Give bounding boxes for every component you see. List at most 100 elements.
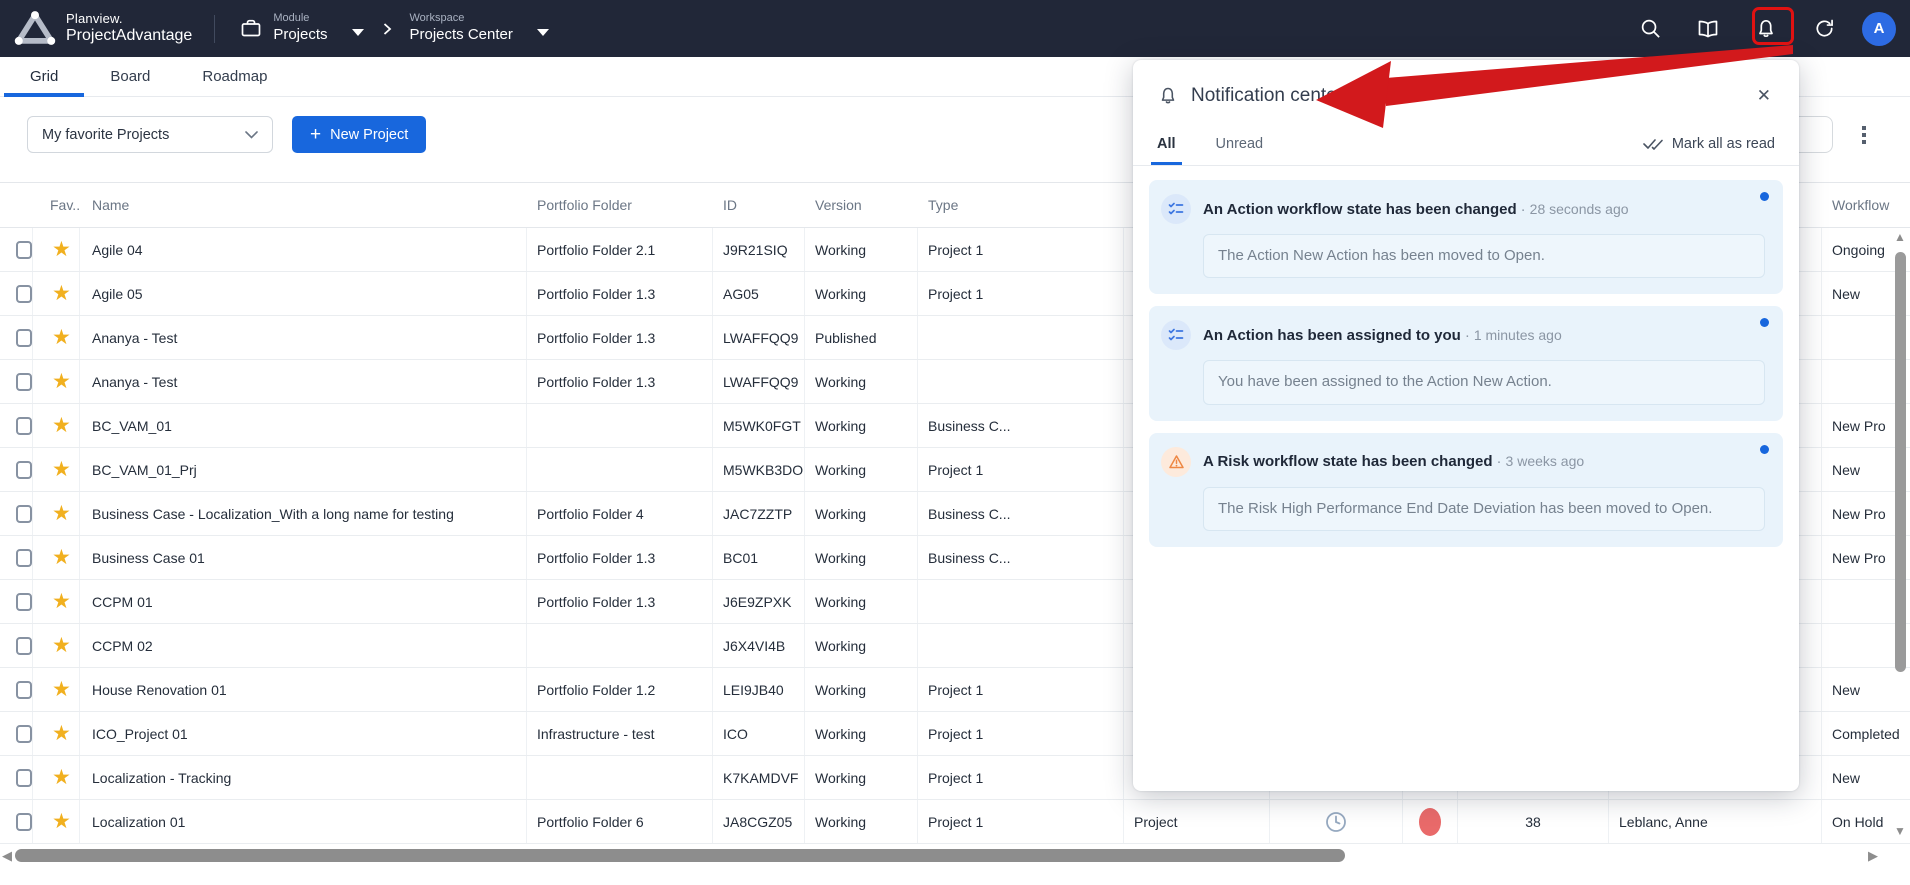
favorite-star-icon[interactable]: ★ [52,327,71,348]
type-column-header[interactable]: Type [918,183,1124,227]
project-name-cell[interactable]: CCPM 01 [80,580,527,623]
favorite-star-icon[interactable]: ★ [52,679,71,700]
row-select-cell [0,360,33,403]
project-name-cell[interactable]: Business Case 01 [80,536,527,579]
type-cell: Project 1 [918,228,1124,271]
id-cell: LWAFFQQ9 [713,316,805,359]
scroll-down-arrow-icon[interactable]: ▼ [1894,824,1906,838]
notification-title: An Action has been assigned to you·1 min… [1203,327,1562,344]
health-indicator [1419,808,1441,836]
tab-board[interactable]: Board [84,57,176,96]
row-select-cell [0,404,33,447]
row-checkbox[interactable] [16,373,32,391]
project-name-cell[interactable]: CCPM 02 [80,624,527,667]
favorite-star-icon[interactable]: ★ [52,723,71,744]
favorite-star-icon[interactable]: ★ [52,459,71,480]
refresh-button[interactable] [1804,9,1844,49]
row-checkbox[interactable] [16,329,32,347]
row-checkbox[interactable] [16,637,32,655]
favorite-star-icon[interactable]: ★ [52,415,71,436]
user-avatar[interactable]: A [1862,12,1896,46]
project-name-cell[interactable]: BC_VAM_01_Prj [80,448,527,491]
favorite-star-icon[interactable]: ★ [52,767,71,788]
row-checkbox[interactable] [16,769,32,787]
row-checkbox[interactable] [16,241,32,259]
favorite-star-icon[interactable]: ★ [52,635,71,656]
notification-card[interactable]: A Risk workflow state has been changed·3… [1149,433,1783,547]
scroll-left-arrow-icon[interactable]: ◀ [2,849,12,862]
project-name-cell[interactable]: House Renovation 01 [80,668,527,711]
project-name-cell[interactable]: Localization 01 [80,800,527,843]
help-library-button[interactable] [1688,9,1728,49]
workspace-selector[interactable]: Workspace Projects Center [410,12,549,45]
portfolio-folder-column-header[interactable]: Portfolio Folder [527,183,713,227]
row-checkbox[interactable] [16,593,32,611]
tab-all-notifications[interactable]: All [1157,122,1176,165]
notification-panel-header: Notification center ✕ [1133,60,1799,122]
notification-card[interactable]: An Action has been assigned to you·1 min… [1149,306,1783,420]
project-name-cell[interactable]: Agile 04 [80,228,527,271]
row-select-cell [0,712,33,755]
app-root: Planview. ProjectAdvantage Module Projec… [0,0,1910,885]
project-name-cell[interactable]: Agile 05 [80,272,527,315]
module-selector[interactable]: Module Projects [239,12,363,45]
close-icon[interactable]: ✕ [1757,86,1771,106]
favorite-star-icon[interactable]: ★ [52,239,71,260]
type-cell: Project 1 [918,448,1124,491]
project-name-cell[interactable]: Ananya - Test [80,360,527,403]
row-checkbox[interactable] [16,285,32,303]
version-cell: Working [805,624,918,667]
tab-unread-notifications[interactable]: Unread [1216,122,1264,165]
workflow-column-header[interactable]: Workflow [1822,183,1910,227]
double-check-icon [1643,136,1664,151]
id-cell: JA8CGZ05 [713,800,805,843]
row-checkbox[interactable] [16,549,32,567]
row-checkbox[interactable] [16,505,32,523]
project-name-cell[interactable]: ICO_Project 01 [80,712,527,755]
vertical-scrollbar[interactable]: ▲ ▼ [1892,228,1908,845]
notifications-button[interactable] [1746,9,1786,49]
project-name-cell[interactable]: Ananya - Test [80,316,527,359]
horizontal-scrollbar[interactable]: ◀ ▶ [0,848,1910,863]
new-project-button[interactable]: + New Project [292,116,426,153]
scroll-right-arrow-icon[interactable]: ▶ [1868,849,1878,862]
row-checkbox[interactable] [16,417,32,435]
row-checkbox[interactable] [16,813,32,831]
select-all-header [0,183,33,227]
brand-text: Planview. ProjectAdvantage [66,12,192,45]
briefcase-icon [239,17,263,41]
id-column-header[interactable]: ID [713,183,805,227]
row-checkbox[interactable] [16,461,32,479]
tab-roadmap[interactable]: Roadmap [176,57,293,96]
project-name-cell[interactable]: BC_VAM_01 [80,404,527,447]
project-name-cell[interactable]: Localization - Tracking [80,756,527,799]
name-column-header[interactable]: Name [80,183,527,227]
favorite-star-icon[interactable]: ★ [52,547,71,568]
table-row: ★Localization 01Portfolio Folder 6JA8CGZ… [0,800,1910,844]
tab-grid[interactable]: Grid [4,57,84,96]
horizontal-scroll-thumb[interactable] [15,849,1345,862]
dot-separator: · [1497,453,1502,470]
favorite-column-header[interactable]: Fav... [33,183,80,227]
planview-logo-icon [14,10,56,47]
row-checkbox[interactable] [16,725,32,743]
brand-logo[interactable]: Planview. ProjectAdvantage [0,10,192,47]
notification-card[interactable]: An Action workflow state has been change… [1149,180,1783,294]
project-name-cell[interactable]: Business Case - Localization_With a long… [80,492,527,535]
id-cell: J9R21SIQ [713,228,805,271]
vertical-scroll-thumb[interactable] [1895,252,1906,672]
favorite-star-icon[interactable]: ★ [52,591,71,612]
favorite-projects-filter[interactable]: My favorite Projects [27,116,273,153]
version-column-header[interactable]: Version [805,183,918,227]
search-button[interactable] [1630,9,1670,49]
scroll-up-arrow-icon[interactable]: ▲ [1894,230,1906,244]
favorite-star-icon[interactable]: ★ [52,371,71,392]
top-navbar: Planview. ProjectAdvantage Module Projec… [0,0,1910,57]
favorite-star-icon[interactable]: ★ [52,503,71,524]
favorite-star-icon[interactable]: ★ [52,811,71,832]
mark-all-as-read-button[interactable]: Mark all as read [1643,136,1775,152]
favorite-star-icon[interactable]: ★ [52,283,71,304]
more-options-button[interactable] [1857,118,1871,152]
type-cell: Project 1 [918,272,1124,315]
row-checkbox[interactable] [16,681,32,699]
